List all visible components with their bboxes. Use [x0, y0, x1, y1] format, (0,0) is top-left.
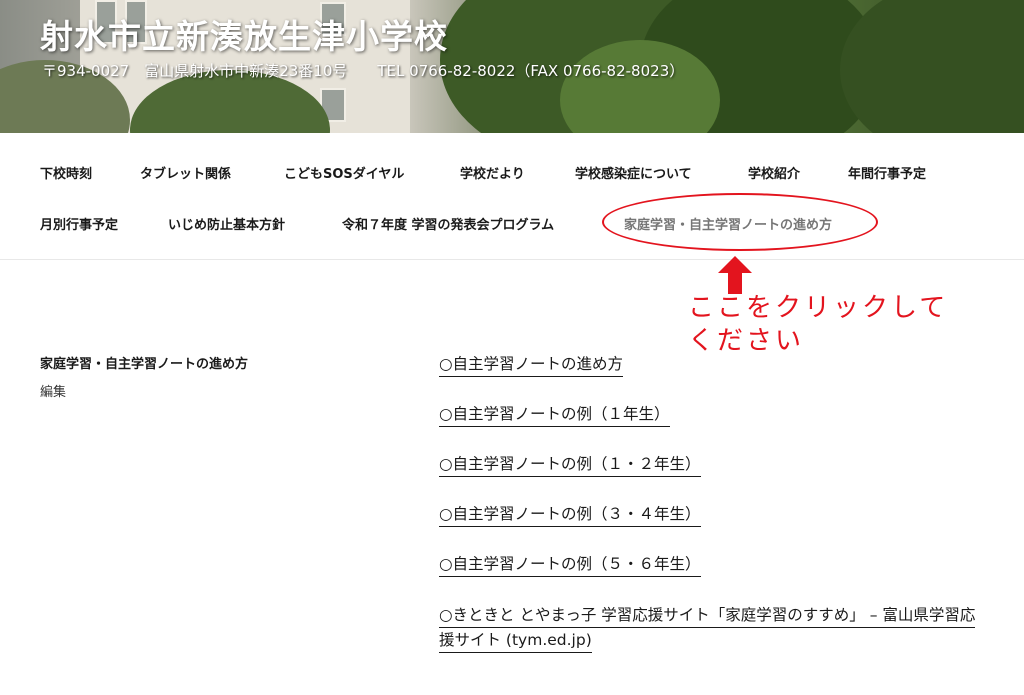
main-navigation: 下校時刻 タブレット関係 こどもSOSダイヤル 学校だより 学校感染症について …: [0, 133, 1024, 260]
nav-item-presentation-program[interactable]: 令和７年度 学習の発表会プログラム: [342, 214, 554, 233]
nav-item-school-intro[interactable]: 学校紹介: [748, 163, 800, 182]
nav-item-tablet[interactable]: タブレット関係: [140, 163, 231, 182]
link-example-grade1-2[interactable]: ○自主学習ノートの例（１・２年生）: [439, 455, 701, 477]
click-instruction-line1: ここをクリックして: [688, 293, 949, 323]
site-description: 〒934-0027 富山県射水市中新湊23番10号 TEL 0766-82-80…: [42, 62, 685, 80]
arrow-up-icon: [718, 256, 752, 294]
nav-item-newsletter[interactable]: 学校だより: [460, 163, 525, 182]
link-example-grade3-4[interactable]: ○自主学習ノートの例（３・４年生）: [439, 505, 701, 527]
entry-title: 家庭学習・自主学習ノートの進め方: [40, 357, 249, 372]
click-instruction: ここをクリックして ください: [688, 292, 948, 358]
link-toyama-study-support[interactable]: ○きときと とやまっ子 学習応援サイト「家庭学習のすすめ」 – 富山県学習応援サ…: [439, 603, 979, 656]
tree-foliage: [840, 0, 1024, 133]
highlight-ellipse: [602, 193, 878, 251]
nav-item-dismissal-time[interactable]: 下校時刻: [40, 163, 92, 182]
link-toyama-study-support-text[interactable]: ○きときと とやまっ子 学習応援サイト「家庭学習のすすめ」 – 富山県学習応援サ…: [439, 606, 976, 653]
site-title[interactable]: 射水市立新湊放生津小学校: [40, 10, 448, 58]
nav-item-infectious-disease[interactable]: 学校感染症について: [575, 163, 692, 182]
nav-item-sos-dial[interactable]: こどもSOSダイヤル: [284, 163, 404, 182]
nav-item-monthly-schedule[interactable]: 月別行事予定: [40, 214, 118, 233]
nav-item-annual-schedule[interactable]: 年間行事予定: [848, 163, 926, 182]
click-instruction-line2: ください: [688, 326, 805, 356]
link-self-study-method[interactable]: ○自主学習ノートの進め方: [439, 355, 624, 377]
nav-item-anti-bullying-policy[interactable]: いじめ防止基本方針: [168, 214, 285, 233]
header-image: 射水市立新湊放生津小学校 〒934-0027 富山県射水市中新湊23番10号 T…: [0, 0, 1024, 133]
link-example-grade5-6[interactable]: ○自主学習ノートの例（５・６年生）: [439, 555, 701, 577]
edit-link[interactable]: 編集: [40, 381, 66, 400]
link-example-grade1[interactable]: ○自主学習ノートの例（１年生）: [439, 405, 670, 427]
